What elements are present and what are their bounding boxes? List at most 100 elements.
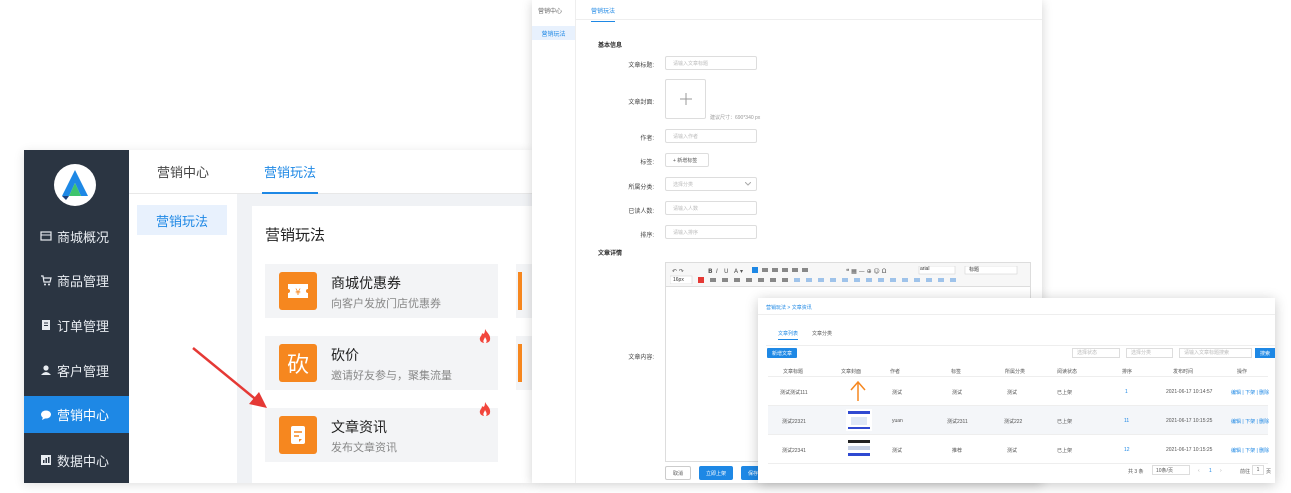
tag-label: 标签:: [640, 160, 654, 166]
cell-tag: 推荐: [952, 448, 963, 454]
svg-text:U: U: [724, 268, 728, 275]
chevron-down-icon: [745, 182, 751, 186]
editor-tab-bar: 营销玩法: [576, 0, 1042, 22]
card-subtitle: 邀请好友参与，聚集流量: [331, 370, 452, 382]
current-page[interactable]: 1: [1209, 468, 1212, 474]
subnav-item-marketing-play[interactable]: 营销玩法: [137, 205, 227, 235]
coupon-icon: ¥: [279, 272, 317, 310]
cell-sort: 12: [1124, 447, 1130, 453]
cell-status: 已上架: [1057, 390, 1073, 396]
svg-text:A ▾: A ▾: [734, 268, 743, 275]
cover-thumbnail: [846, 409, 872, 431]
column-header: 作者: [890, 369, 901, 375]
cell-category: 测试: [1007, 390, 1018, 396]
search-button[interactable]: 搜索: [1255, 348, 1275, 358]
editor-sidebar: 营销中心 营销玩法: [532, 0, 576, 483]
subnav-title: 营销中心: [129, 150, 237, 194]
page-size-select[interactable]: 10条/页: [1152, 465, 1190, 475]
category-label: 所属分类:: [628, 185, 654, 191]
column-header: 文章封面: [841, 369, 862, 375]
goto-label: 前往: [1240, 469, 1251, 475]
sort-input[interactable]: 请输入排序: [665, 225, 757, 239]
tab-bar: 营销玩法: [237, 150, 532, 194]
table-row: 测试测试111 测试 测试 测试 已上架 1 2021-06-17 10:14:…: [768, 377, 1269, 406]
cell-author: 测试: [892, 448, 903, 454]
cancel-button[interactable]: 取消: [665, 466, 691, 480]
table-row: 测试22341 测试 推荐 测试 已上架 12 2021-06-17 10:15…: [768, 435, 1269, 464]
pagination-total: 共 3 条: [1128, 469, 1144, 475]
cell-tag: 测试2311: [947, 419, 968, 425]
row-actions[interactable]: 编辑 | 下架 | 删除: [1231, 418, 1269, 425]
category-select[interactable]: 选择分类: [665, 177, 757, 191]
prev-page-icon[interactable]: ‹: [1198, 468, 1200, 474]
card-bargain[interactable]: 砍 砍价 邀请好友参与，聚集流量: [265, 336, 498, 390]
store-icon: [40, 230, 52, 242]
card-article[interactable]: 文章资讯 发布文章资讯: [265, 408, 498, 462]
sidebar-item-label: 商城概况: [57, 229, 110, 245]
card-subtitle: 向客户发放门店优惠券: [331, 298, 441, 310]
editor-side-item[interactable]: 营销玩法: [532, 26, 575, 40]
cell-category: 测试: [1007, 448, 1018, 454]
chart-icon: [40, 454, 52, 466]
cover-thumbnail: [848, 379, 868, 405]
font-size-select[interactable]: 16px: [673, 277, 684, 283]
sidebar-item-store-overview[interactable]: 商城概况: [24, 218, 129, 254]
bargain-icon: 砍: [279, 344, 317, 382]
goto-page-input[interactable]: 1: [1252, 465, 1264, 475]
svg-text:I: I: [716, 268, 718, 275]
cell-title: 测试测试111: [780, 390, 808, 396]
sidebar-item-product-management[interactable]: 商品管理: [24, 262, 129, 298]
hot-flame-icon: [478, 401, 492, 419]
column-header: 文章标题: [783, 369, 804, 375]
card-coupon[interactable]: ¥ 商城优惠券 向客户发放门店优惠券: [265, 264, 498, 318]
heading-select[interactable]: 标题: [969, 266, 979, 273]
cart-icon: [40, 274, 52, 286]
category-filter-select[interactable]: 选择分类: [1126, 348, 1173, 358]
cell-sort: 1: [1125, 389, 1128, 395]
sidebar-item-customer-management[interactable]: 客户管理: [24, 352, 129, 388]
title-label: 文章标题:: [628, 63, 654, 69]
editor-tab[interactable]: 营销玩法: [591, 6, 616, 22]
svg-text:B: B: [708, 268, 713, 275]
column-header: 发布时间: [1173, 369, 1194, 375]
cover-upload[interactable]: [665, 79, 706, 119]
cover-thumbnail: [846, 438, 872, 462]
page-unit-label: 页: [1266, 469, 1272, 475]
readers-input[interactable]: 请输入人数: [665, 201, 757, 215]
tab-article-category[interactable]: 文章分类: [812, 330, 832, 337]
content-panel: 营销玩法 ¥ 商城优惠券 向客户发放门店优惠券 砍 砍价 邀请好友参与，聚集流量…: [252, 206, 532, 483]
pointer-arrow-icon: [192, 347, 267, 408]
card-subtitle: 发布文章资讯: [331, 442, 397, 454]
font-family-select[interactable]: arial: [920, 266, 929, 272]
plus-icon: [679, 93, 692, 105]
tab-article-list[interactable]: 文章列表: [778, 330, 799, 340]
page-title: 营销玩法: [265, 227, 326, 244]
card-peek: [516, 336, 532, 390]
sidebar-item-data-center[interactable]: 数据中心: [24, 442, 129, 478]
sidebar-item-marketing-center[interactable]: 营销中心: [24, 396, 129, 433]
category-select-value: 选择分类: [673, 181, 694, 188]
column-header: 所属分类: [1005, 369, 1026, 375]
tab-marketing-play[interactable]: 营销玩法: [262, 150, 319, 194]
sidebar-item-order-management[interactable]: 订单管理: [24, 307, 129, 343]
divider: [758, 314, 1275, 315]
add-tag-button[interactable]: + 新增标签: [665, 153, 709, 167]
next-page-icon[interactable]: ›: [1220, 468, 1222, 474]
cell-sort: 11: [1124, 418, 1130, 424]
author-input[interactable]: 请输入作者: [665, 129, 757, 143]
title-input[interactable]: 请输入文章标题: [665, 56, 757, 70]
card-title: 砍价: [331, 347, 359, 363]
add-article-button[interactable]: 新增文章: [767, 348, 797, 358]
cell-author: yuan: [892, 418, 903, 424]
keyword-search-input[interactable]: 请输入文章标题搜索: [1179, 348, 1252, 358]
cell-category: 测试222: [1004, 419, 1023, 425]
publish-button[interactable]: 立即上架: [699, 466, 733, 480]
card-peek: [516, 264, 532, 318]
article-icon: [279, 416, 317, 454]
status-filter-select[interactable]: 选择状态: [1072, 348, 1120, 358]
section-article-detail: 文章详情: [598, 251, 623, 257]
row-actions[interactable]: 编辑 | 下架 | 删除: [1231, 389, 1269, 396]
row-actions[interactable]: 编辑 | 下架 | 删除: [1231, 447, 1269, 454]
sidebar-item-label: 营销中心: [57, 408, 110, 423]
app-logo: [54, 164, 96, 206]
